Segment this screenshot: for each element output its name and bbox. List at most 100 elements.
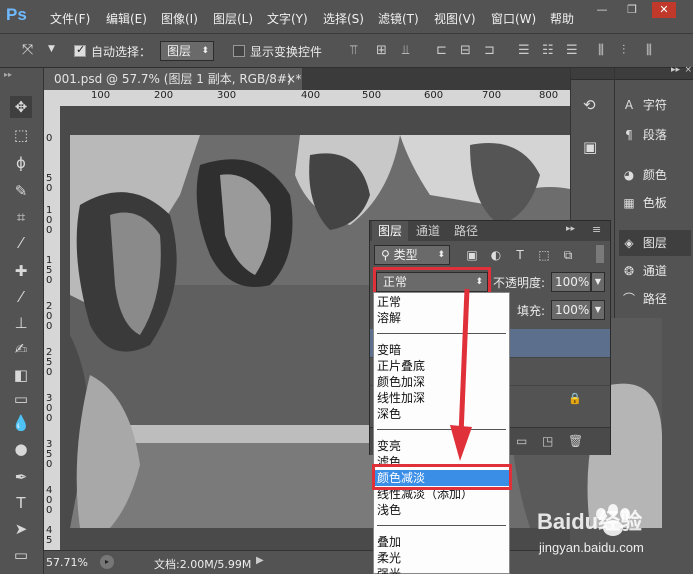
move-tool-icon[interactable]: ⤧ — [22, 42, 33, 58]
menu-view[interactable]: 视图(V) — [434, 10, 476, 27]
blend-option-darken[interactable]: 变暗 — [374, 342, 509, 358]
healing-brush-tool-icon[interactable]: ✚ — [10, 260, 32, 282]
opacity-dropdown-icon[interactable]: ▼ — [591, 272, 605, 292]
new-layer-icon[interactable]: ◳ — [542, 434, 553, 448]
blend-option-dissolve[interactable]: 溶解 — [374, 310, 509, 326]
eyedropper-tool-icon[interactable]: ⁄ — [10, 232, 32, 254]
align-right-icon[interactable]: ⊐ — [484, 43, 495, 58]
blend-option-lighten[interactable]: 变亮 — [374, 438, 509, 454]
align-vcenter-icon[interactable]: ⊞ — [376, 43, 387, 58]
lasso-tool-icon[interactable]: ϕ — [10, 152, 32, 174]
menu-file[interactable]: 文件(F) — [50, 10, 90, 27]
document-tab[interactable]: 001.psd @ 57.7% (图层 1 副本, RGB/8#) * × — [44, 68, 302, 90]
rectangle-tool-icon[interactable]: ▭ — [10, 544, 32, 566]
swatches-panel-button[interactable]: ▦ 色板 — [619, 190, 691, 216]
crop-tool-icon[interactable]: ⌗ — [10, 206, 32, 228]
marquee-tool-icon[interactable]: ⬚ — [10, 124, 32, 146]
filter-smart-object-icon[interactable]: ⧉ — [560, 247, 576, 263]
blend-option-color-burn[interactable]: 颜色加深 — [374, 374, 509, 390]
dodge-tool-icon[interactable]: ● — [10, 438, 32, 460]
restore-button[interactable]: ❐ — [620, 2, 644, 18]
history-brush-tool-icon[interactable]: ✍ — [10, 338, 32, 360]
distribute-vcenter-icon[interactable]: ☷ — [542, 43, 554, 58]
opacity-label: 不透明度: — [493, 276, 546, 290]
filter-pixel-icon[interactable]: ▣ — [464, 247, 480, 263]
distribute-bottom-icon[interactable]: ☰ — [566, 43, 578, 58]
path-select-tool-icon[interactable]: ➤ — [10, 518, 32, 540]
menu-filter[interactable]: 滤镜(T) — [378, 10, 419, 27]
fill-dropdown-icon[interactable]: ▼ — [591, 300, 605, 320]
menu-image[interactable]: 图像(I) — [161, 10, 198, 27]
tool-preset-chevron-icon[interactable]: ▼ — [48, 44, 55, 54]
gradient-tool-icon[interactable]: ▭ — [10, 388, 32, 410]
channels-panel-button[interactable]: ❂ 通道 — [619, 258, 691, 284]
blend-option-multiply[interactable]: 正片叠底 — [374, 358, 509, 374]
filter-shape-icon[interactable]: ⬚ — [536, 247, 552, 263]
type-tool-icon[interactable]: T — [10, 492, 32, 514]
blur-tool-icon[interactable]: 💧 — [10, 412, 32, 434]
status-menu-icon[interactable]: ▸ — [100, 555, 114, 569]
paths-panel-button[interactable]: ⌒ 路径 — [619, 286, 691, 312]
layer-filter-select[interactable]: ⚲ 类型 ⬍ — [374, 245, 450, 265]
fill-input[interactable]: 100% — [551, 300, 591, 320]
menu-edit[interactable]: 编辑(E) — [106, 10, 147, 27]
zoom-level[interactable]: 57.71% — [46, 556, 88, 569]
tab-paths-label[interactable]: 路径 — [448, 221, 484, 241]
new-group-icon[interactable]: ▭ — [516, 434, 527, 448]
auto-select-target-select[interactable]: 图层 ⬍ — [160, 41, 214, 61]
menu-window[interactable]: 窗口(W) — [491, 10, 536, 27]
align-left-icon[interactable]: ⊏ — [436, 43, 447, 58]
blend-option-hard-light[interactable]: 强光 — [374, 566, 509, 574]
color-panel-button[interactable]: ◕ 颜色 — [619, 162, 691, 188]
filter-type-icon[interactable]: T — [512, 247, 528, 263]
clone-stamp-tool-icon[interactable]: ⊥ — [10, 312, 32, 334]
distribute-top-icon[interactable]: ☰ — [518, 43, 530, 58]
close-tab-icon[interactable]: × — [286, 68, 296, 90]
quick-select-tool-icon[interactable]: ✎ — [10, 180, 32, 202]
menu-select[interactable]: 选择(S) — [323, 10, 364, 27]
tab-layers[interactable]: 图层 — [372, 221, 409, 241]
layers-panel-button[interactable]: ◈ 图层 — [619, 230, 691, 256]
blend-option-darker-color[interactable]: 深色 — [374, 406, 509, 422]
close-dock-icon[interactable]: × — [684, 65, 692, 75]
character-panel-button[interactable]: A 字符 — [619, 92, 691, 118]
brush-tool-icon[interactable]: ⁄ — [10, 286, 32, 308]
properties-panel-icon[interactable]: ▣ — [583, 138, 597, 156]
tab-channels[interactable]: 通道 — [410, 221, 446, 241]
distribute-hcenter-icon[interactable]: ⫶ — [622, 43, 625, 58]
dock-header[interactable]: ▸▸ × — [615, 65, 693, 80]
distribute-right-icon[interactable]: ⫼ — [646, 43, 652, 58]
menu-layer[interactable]: 图层(L) — [213, 10, 253, 27]
align-bottom-icon[interactable]: ⫫ — [402, 43, 409, 58]
blend-option-normal[interactable]: 正常 — [374, 294, 509, 310]
distribute-left-icon[interactable]: ⫼ — [598, 43, 604, 58]
menu-help[interactable]: 帮助 — [550, 10, 574, 27]
menu-type[interactable]: 文字(Y) — [267, 10, 308, 27]
blend-option-lighter-color[interactable]: 浅色 — [374, 502, 509, 518]
collapse-panel-icon[interactable]: ▸▸ — [566, 224, 575, 234]
pen-tool-icon[interactable]: ✒ — [10, 466, 32, 488]
panel-menu-icon[interactable]: ≡ — [592, 223, 601, 236]
auto-select-checkbox[interactable] — [74, 43, 86, 57]
dock-header[interactable] — [571, 68, 615, 80]
collapse-toolbox-icon[interactable]: ▸▸ — [4, 70, 12, 79]
blend-option-soft-light[interactable]: 柔光 — [374, 550, 509, 566]
delete-layer-icon[interactable]: 🗑 — [568, 434, 583, 448]
eraser-tool-icon[interactable]: ◧ — [10, 364, 32, 386]
search-icon: ⚲ — [381, 248, 390, 262]
show-transform-checkbox[interactable] — [233, 45, 245, 57]
history-panel-icon[interactable]: ⟲ — [583, 96, 596, 114]
blend-option-linear-burn[interactable]: 线性加深 — [374, 390, 509, 406]
opacity-input[interactable]: 100% — [551, 272, 591, 292]
collapse-dock-icon[interactable]: ▸▸ — [671, 65, 680, 75]
blend-option-overlay[interactable]: 叠加 — [374, 534, 509, 550]
filter-adjustment-icon[interactable]: ◐ — [488, 247, 504, 263]
close-window-button[interactable]: ✕ — [652, 2, 676, 18]
align-hcenter-icon[interactable]: ⊟ — [460, 43, 471, 58]
align-top-icon[interactable]: ⫪ — [350, 43, 357, 58]
minimize-button[interactable]: — — [590, 2, 614, 18]
paragraph-panel-button[interactable]: ¶ 段落 — [619, 122, 691, 148]
move-tool-icon[interactable]: ✥ — [10, 96, 32, 118]
filter-toggle[interactable] — [596, 245, 604, 263]
status-arrow-icon[interactable]: ▶ — [256, 555, 264, 566]
